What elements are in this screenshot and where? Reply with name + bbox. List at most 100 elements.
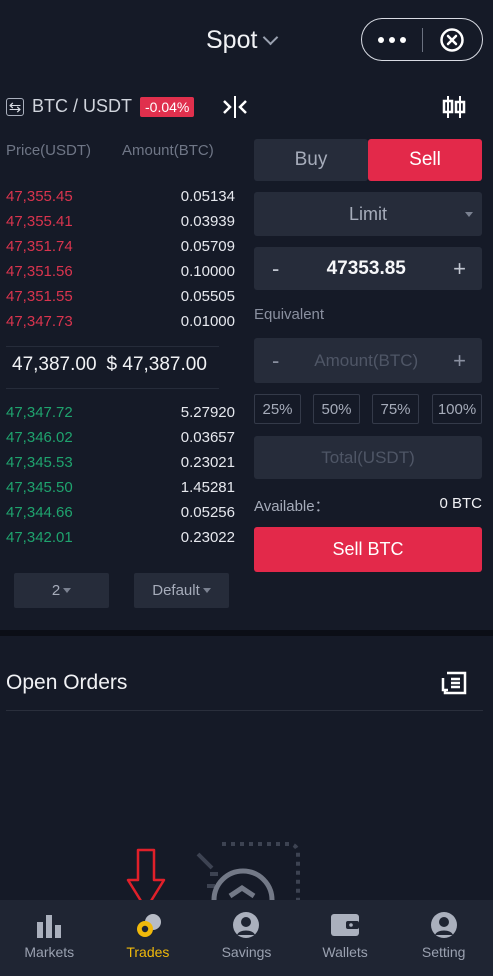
bid-price: 47,347.72 <box>6 404 73 421</box>
ask-price: 47,355.45 <box>6 188 73 205</box>
available-balance: Available： 0 BTC <box>254 495 482 516</box>
ask-amount: 0.03939 <box>180 213 235 230</box>
amount-input[interactable] <box>306 350 427 371</box>
last-price-value: 47,387.00 <box>12 354 97 375</box>
divider <box>6 388 219 389</box>
precision-select[interactable]: 2 <box>14 573 109 608</box>
ask-row[interactable]: 47,347.73 0.01000 <box>6 309 235 334</box>
bid-amount: 0.05256 <box>180 504 235 521</box>
percent-75-button[interactable]: 75% <box>372 394 419 424</box>
bid-price: 47,345.53 <box>6 454 73 471</box>
order-history-icon[interactable] <box>440 670 468 701</box>
side-tabs: Buy Sell <box>254 139 482 181</box>
precision-value: 2 <box>51 582 61 599</box>
ask-row[interactable]: 47,351.55 0.05505 <box>6 284 235 309</box>
tab-sell[interactable]: Sell <box>368 139 482 181</box>
nav-item-markets[interactable]: Markets <box>0 900 99 976</box>
bar-chart-icon <box>33 910 65 940</box>
last-price: 47,387.00 $ 47,387.00 <box>12 354 207 376</box>
ask-amount: 0.10000 <box>180 263 235 280</box>
mini-app-capsule <box>361 18 483 61</box>
bid-row[interactable]: 47,346.02 0.03657 <box>6 425 235 450</box>
equivalent-label: Equivalent <box>254 306 325 323</box>
ask-row[interactable]: 47,351.56 0.10000 <box>6 259 235 284</box>
ask-price: 47,351.56 <box>6 263 73 280</box>
candlestick-chart-icon[interactable] <box>442 94 466 125</box>
close-icon[interactable] <box>422 27 482 53</box>
bid-price: 47,345.50 <box>6 479 73 496</box>
nav-label: Markets <box>24 944 75 960</box>
person-circle-icon <box>230 910 262 940</box>
ask-row[interactable]: 47,351.74 0.05709 <box>6 234 235 259</box>
order-type-select[interactable]: Limit <box>254 192 482 236</box>
ask-price: 47,351.55 <box>6 288 73 305</box>
sell-btc-button[interactable]: Sell BTC <box>254 527 482 572</box>
view-mode-select[interactable]: Default <box>134 573 229 608</box>
bid-row[interactable]: 47,345.53 0.23021 <box>6 450 235 475</box>
view-mode-value: Default <box>152 582 200 599</box>
percent-100-button[interactable]: 100% <box>432 394 482 424</box>
percent-50-button[interactable]: 50% <box>313 394 360 424</box>
ask-amount: 0.01000 <box>180 313 235 330</box>
open-orders-title: Open Orders <box>6 671 128 694</box>
bid-row[interactable]: 47,347.72 5.27920 <box>6 400 235 425</box>
divider <box>6 346 219 347</box>
available-label: Available： <box>254 498 330 515</box>
bid-price: 47,342.01 <box>6 529 73 546</box>
top-bar: Spot <box>0 0 493 80</box>
ask-row[interactable]: 47,355.41 0.03939 <box>6 209 235 234</box>
percent-25-button[interactable]: 25% <box>254 394 301 424</box>
nav-item-setting[interactable]: Setting <box>394 900 493 976</box>
amount-decrease-button[interactable]: - <box>272 348 279 374</box>
market-type-selector[interactable]: Spot <box>206 26 279 55</box>
amount-stepper: - + <box>254 338 482 383</box>
ask-price: 47,347.73 <box>6 313 73 330</box>
price-decrease-button[interactable]: - <box>272 256 279 282</box>
bid-amount: 5.27920 <box>180 404 235 421</box>
bid-amount: 0.23022 <box>180 529 235 546</box>
ask-amount: 0.05134 <box>180 188 235 205</box>
bid-row[interactable]: 47,345.50 1.45281 <box>6 475 235 500</box>
section-divider <box>0 630 493 636</box>
bid-row[interactable]: 47,344.66 0.05256 <box>6 500 235 525</box>
empty-orders-illustration <box>190 838 315 905</box>
nav-label: Setting <box>421 944 466 960</box>
price-input[interactable]: 47353.85 <box>327 258 406 280</box>
nav-item-savings[interactable]: Savings <box>197 900 296 976</box>
nav-item-trades[interactable]: Trades <box>99 900 198 976</box>
amount-increase-button[interactable]: + <box>453 348 466 374</box>
ask-price: 47,351.74 <box>6 238 73 255</box>
tab-buy[interactable]: Buy <box>254 139 368 181</box>
ask-amount: 0.05709 <box>180 238 235 255</box>
caret-down-icon <box>202 588 211 593</box>
swap-icon: ⇆ <box>6 97 24 116</box>
pair-name: BTC / USDT <box>32 96 133 116</box>
more-options-icon[interactable] <box>362 36 422 43</box>
pair-selector[interactable]: ⇆ BTC / USDT -0.04% <box>6 96 195 117</box>
divider <box>6 710 483 711</box>
price-stepper: - 47353.85 + <box>254 247 482 290</box>
available-value: 0 BTC <box>439 495 482 512</box>
bid-amount: 0.23021 <box>180 454 235 471</box>
last-price-usd: $ 47,387.00 <box>106 354 207 375</box>
chevron-down-icon <box>263 29 279 46</box>
ask-row[interactable]: 47,355.45 0.05134 <box>6 184 235 209</box>
layout-toggle-icon[interactable] <box>222 95 248 124</box>
nav-label: Wallets <box>322 944 368 960</box>
bid-price: 47,346.02 <box>6 429 73 446</box>
nav-label: Savings <box>221 944 272 960</box>
bid-row[interactable]: 47,342.01 0.23022 <box>6 525 235 550</box>
price-increase-button[interactable]: + <box>453 256 466 282</box>
ask-price: 47,355.41 <box>6 213 73 230</box>
price-column-header: Price(USDT) <box>6 142 91 159</box>
nav-label: Trades <box>126 944 170 960</box>
bid-price: 47,344.66 <box>6 504 73 521</box>
amount-column-header: Amount(BTC) <box>122 142 214 159</box>
order-type-value: Limit <box>348 203 387 224</box>
person-circle-icon <box>428 910 460 940</box>
total-input[interactable] <box>278 447 458 468</box>
nav-item-wallets[interactable]: Wallets <box>296 900 395 976</box>
bid-amount: 0.03657 <box>180 429 235 446</box>
change-badge: -0.04% <box>140 96 195 117</box>
coins-icon <box>132 910 164 940</box>
